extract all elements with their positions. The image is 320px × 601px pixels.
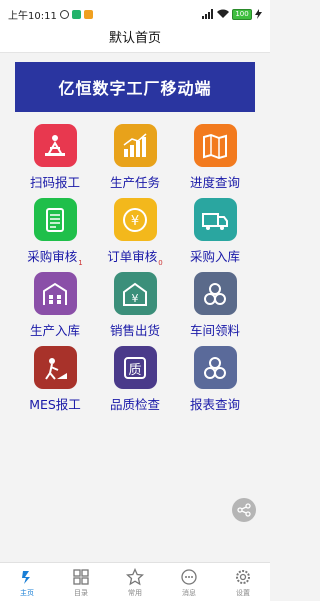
grid-item-label: 品质检查 (109, 397, 160, 412)
grid-item-label: 进度查询 (189, 175, 240, 190)
svg-text:¥: ¥ (132, 292, 139, 305)
grid-item-label: 销售出货 (109, 323, 160, 338)
grid-item-quality-check[interactable]: 质 品质检查 (95, 346, 175, 420)
banner: 亿恒数字工厂移动端 (15, 62, 255, 112)
purchase-review-icon (33, 198, 77, 241)
status-time: 上午10:11 (8, 10, 57, 22)
message-icon (181, 569, 197, 585)
grid-item-label: 扫码报工 (29, 175, 80, 190)
app-notification-icon (71, 9, 81, 19)
bottom-tab-bar: 主页 目录 常用 消息 设置 (0, 562, 270, 601)
page-title: 默认首页 (108, 31, 161, 46)
wifi-icon (217, 9, 229, 18)
count-badge: 0 (158, 258, 163, 267)
quality-check-icon: 质 (113, 346, 157, 389)
sales-shipment-icon: ¥ (113, 272, 157, 315)
banner-title: 亿恒数字工厂移动端 (58, 79, 212, 98)
charging-icon (255, 9, 262, 19)
grid-item-label: 订单审核0 (107, 249, 163, 267)
grid-item-production-warehouse[interactable]: 生产入库 (15, 272, 95, 346)
grid-item-purchase-warehouse[interactable]: 采购入库 (175, 198, 255, 272)
grid-item-order-review[interactable]: ¥ 订单审核0 (95, 198, 175, 272)
grid-item-label: 采购审核1 (27, 249, 83, 267)
tab-settings[interactable]: 设置 (216, 563, 270, 601)
share-icon (237, 503, 251, 517)
scan-report-icon (33, 124, 77, 167)
grid-item-label: 报表查询 (189, 397, 240, 412)
home-icon (22, 571, 30, 584)
grid-item-label: 生产入库 (29, 323, 80, 338)
purchase-warehouse-icon (193, 198, 237, 241)
order-review-icon: ¥ (113, 198, 157, 241)
share-button[interactable] (232, 498, 256, 522)
progress-map-icon (193, 124, 237, 167)
status-bar: 上午10:11 100 (0, 0, 270, 28)
grid-item-mes-report[interactable]: MES报工 (15, 346, 95, 420)
alarm-icon (59, 9, 69, 19)
grid-item-production-task[interactable]: 生产任务 (95, 124, 175, 198)
grid-item-sales-shipment[interactable]: ¥ 销售出货 (95, 272, 175, 346)
grid-item-progress-query[interactable]: 进度查询 (175, 124, 255, 198)
function-grid: 扫码报工 生产任务 进度查询 采购审核1 ¥ 订单审核0 采购入库 生产入库 ¥… (15, 124, 255, 420)
count-badge: 1 (78, 258, 83, 267)
production-task-icon (113, 124, 157, 167)
workshop-material-icon (193, 272, 237, 315)
signal-icon (202, 9, 213, 19)
grid-item-workshop-material[interactable]: 车间领料 (175, 272, 255, 346)
tab-catalog[interactable]: 目录 (54, 563, 108, 601)
grid-item-purchase-review[interactable]: 采购审核1 (15, 198, 95, 272)
app-notification-icon (83, 9, 93, 19)
report-query-icon (193, 346, 237, 389)
grid-item-scan-report[interactable]: 扫码报工 (15, 124, 95, 198)
grid-item-report-query[interactable]: 报表查询 (175, 346, 255, 420)
settings-icon (236, 570, 250, 584)
grid-item-label: 采购入库 (189, 249, 240, 264)
catalog-icon (73, 569, 89, 585)
tab-home[interactable]: 主页 (0, 563, 54, 601)
tab-favorites[interactable]: 常用 (108, 563, 162, 601)
battery-icon: 100 (232, 8, 252, 20)
svg-text:¥: ¥ (131, 214, 139, 229)
grid-item-label: MES报工 (29, 397, 81, 412)
production-warehouse-icon (33, 272, 77, 315)
star-icon (126, 568, 144, 586)
grid-item-label: 车间领料 (189, 323, 240, 338)
grid-item-label: 生产任务 (109, 175, 160, 190)
tab-messages[interactable]: 消息 (162, 563, 216, 601)
svg-text:质: 质 (128, 363, 141, 378)
mes-report-icon (33, 346, 77, 389)
app-header: 默认首页 (0, 28, 270, 53)
